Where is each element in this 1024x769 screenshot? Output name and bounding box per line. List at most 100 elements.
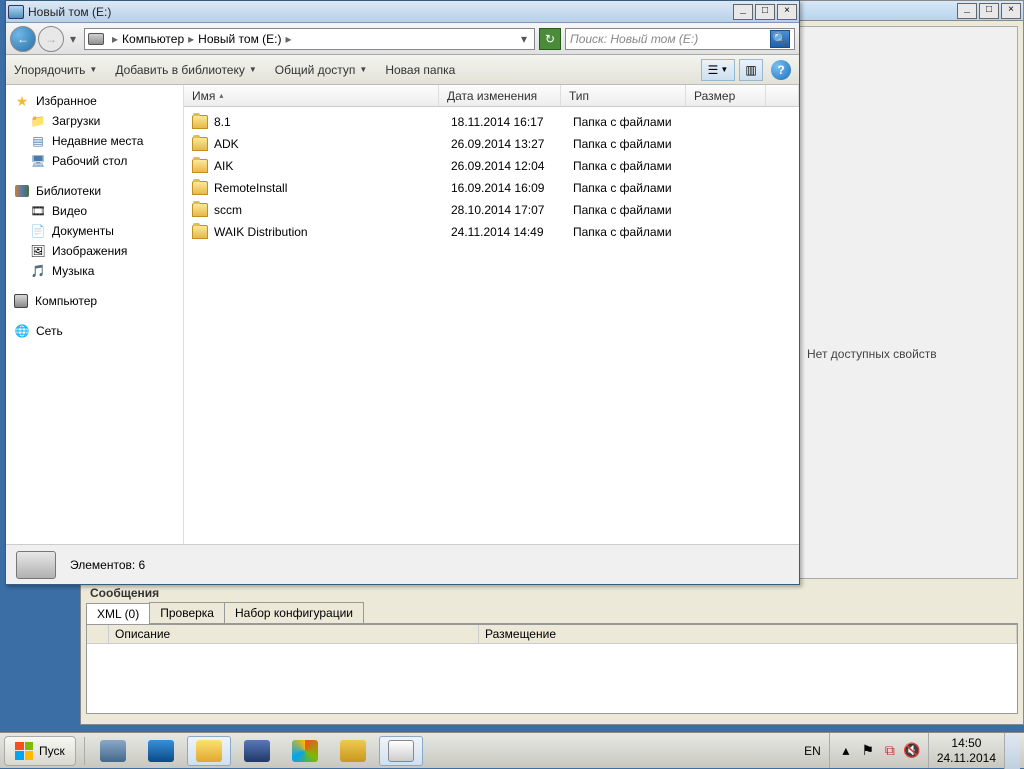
- system-tray: EN ▴ ⚑ ⧉ 🔇 14:50 24.11.2014: [796, 733, 1024, 768]
- bgwin-close-button[interactable]: ×: [1001, 3, 1021, 19]
- folder-icon: [192, 181, 208, 195]
- column-name[interactable]: Имя▴: [184, 85, 439, 106]
- file-list[interactable]: 8.118.11.2014 16:17Папка с файламиADK26.…: [184, 107, 799, 544]
- maximize-button[interactable]: □: [755, 4, 775, 20]
- status-bar: Элементов: 6: [6, 544, 799, 584]
- taskbar-clock[interactable]: 14:50 24.11.2014: [929, 736, 1004, 765]
- messages-col-description[interactable]: Описание: [109, 625, 479, 643]
- tray-network-icon[interactable]: ⧉: [882, 743, 898, 759]
- messages-title: Сообщения: [86, 584, 1018, 602]
- file-type: Папка с файлами: [573, 203, 698, 217]
- sidebar-pictures[interactable]: 🖼Изображения: [6, 241, 183, 261]
- taskbar-app-6[interactable]: [331, 736, 375, 766]
- nav-history-dropdown[interactable]: ▾: [66, 26, 80, 52]
- tab-check[interactable]: Проверка: [149, 602, 225, 623]
- file-name: RemoteInstall: [214, 181, 451, 195]
- libraries-icon: [14, 183, 30, 199]
- taskbar-divider: [84, 737, 85, 765]
- view-options-button[interactable]: ☰ ▼: [701, 59, 735, 81]
- taskbar-app-5[interactable]: [283, 736, 327, 766]
- refresh-button[interactable]: ↻: [539, 28, 561, 50]
- breadcrumb-root[interactable]: Компьютер: [122, 32, 184, 46]
- taskbar-powershell[interactable]: [139, 736, 183, 766]
- file-row[interactable]: sccm28.10.2014 17:07Папка с файлами: [184, 199, 799, 221]
- file-row[interactable]: AIK26.09.2014 12:04Папка с файлами: [184, 155, 799, 177]
- tab-configset[interactable]: Набор конфигурации: [224, 602, 364, 623]
- recent-icon: ▤: [30, 133, 46, 149]
- column-type[interactable]: Тип: [561, 85, 686, 106]
- video-icon: 🎞: [30, 203, 46, 219]
- column-date[interactable]: Дата изменения: [439, 85, 561, 106]
- file-name: sccm: [214, 203, 451, 217]
- sidebar-documents[interactable]: 📄Документы: [6, 221, 183, 241]
- messages-col-icon[interactable]: [87, 625, 109, 643]
- start-button[interactable]: Пуск: [4, 736, 76, 766]
- search-button[interactable]: 🔍: [770, 30, 790, 48]
- sidebar-downloads[interactable]: 📁Загрузки: [6, 111, 183, 131]
- folder-icon: 📁: [30, 113, 46, 129]
- windows-logo-icon: [15, 742, 33, 760]
- taskbar-app-4[interactable]: [235, 736, 279, 766]
- navigation-bar: ← → ▾ ▸ Компьютер ▸ Новый том (E:) ▸ ▾ ↻…: [6, 23, 799, 55]
- folder-icon: [192, 203, 208, 217]
- bgwin-maximize-button[interactable]: □: [979, 3, 999, 19]
- address-drive-icon: [88, 33, 104, 45]
- sidebar-computer[interactable]: Компьютер: [6, 291, 183, 311]
- file-name: WAIK Distribution: [214, 225, 451, 239]
- column-filler: [766, 85, 799, 106]
- file-date: 16.09.2014 16:09: [451, 181, 573, 195]
- file-row[interactable]: ADK26.09.2014 13:27Папка с файлами: [184, 133, 799, 155]
- close-button[interactable]: ×: [777, 4, 797, 20]
- file-list-pane: Имя▴ Дата изменения Тип Размер 8.118.11.…: [184, 85, 799, 544]
- sidebar-desktop[interactable]: 🖥Рабочий стол: [6, 151, 183, 171]
- dropdown-icon: ▼: [359, 65, 367, 74]
- address-dropdown-icon[interactable]: ▾: [517, 32, 531, 46]
- file-row[interactable]: 8.118.11.2014 16:17Папка с файлами: [184, 111, 799, 133]
- sidebar-network[interactable]: 🌐Сеть: [6, 321, 183, 341]
- sidebar-libraries[interactable]: Библиотеки: [6, 181, 183, 201]
- window-title: Новый том (E:): [28, 5, 731, 19]
- file-type: Папка с файлами: [573, 137, 698, 151]
- search-input[interactable]: Поиск: Новый том (E:) 🔍: [565, 28, 795, 50]
- nav-back-button[interactable]: ←: [10, 26, 36, 52]
- taskbar-server-manager[interactable]: [91, 736, 135, 766]
- file-date: 24.11.2014 14:49: [451, 225, 573, 239]
- sidebar-music[interactable]: 🎵Музыка: [6, 261, 183, 281]
- address-bar[interactable]: ▸ Компьютер ▸ Новый том (E:) ▸ ▾: [84, 28, 535, 50]
- tray-arrow-icon[interactable]: ▴: [838, 743, 854, 759]
- taskbar-app-7[interactable]: [379, 736, 423, 766]
- messages-col-location[interactable]: Размещение: [479, 625, 1017, 643]
- tray-volume-icon[interactable]: 🔇: [904, 743, 920, 759]
- organize-menu[interactable]: Упорядочить▼: [14, 63, 97, 77]
- minimize-button[interactable]: _: [733, 4, 753, 20]
- tray-flag-icon[interactable]: ⚑: [860, 743, 876, 759]
- file-row[interactable]: RemoteInstall16.09.2014 16:09Папка с фай…: [184, 177, 799, 199]
- tab-xml[interactable]: XML (0): [86, 603, 150, 624]
- sidebar-recent[interactable]: ▤Недавние места: [6, 131, 183, 151]
- column-headers: Имя▴ Дата изменения Тип Размер: [184, 85, 799, 107]
- clock-date: 24.11.2014: [937, 751, 996, 765]
- taskbar-explorer[interactable]: [187, 736, 231, 766]
- explorer-titlebar[interactable]: Новый том (E:) _ □ ×: [6, 1, 799, 23]
- help-button[interactable]: ?: [771, 60, 791, 80]
- breadcrumb-current[interactable]: Новый том (E:): [198, 32, 281, 46]
- add-to-library-menu[interactable]: Добавить в библиотеку▼: [115, 63, 256, 77]
- share-menu[interactable]: Общий доступ▼: [275, 63, 368, 77]
- file-row[interactable]: WAIK Distribution24.11.2014 14:49Папка с…: [184, 221, 799, 243]
- nav-forward-button[interactable]: →: [38, 26, 64, 52]
- show-desktop-button[interactable]: [1004, 733, 1020, 769]
- folder-icon: [192, 225, 208, 239]
- sidebar-favorites[interactable]: ★Избранное: [6, 91, 183, 111]
- file-date: 18.11.2014 16:17: [451, 115, 573, 129]
- column-size[interactable]: Размер: [686, 85, 766, 106]
- new-folder-button[interactable]: Новая папка: [385, 63, 455, 77]
- dropdown-icon: ▼: [89, 65, 97, 74]
- language-indicator[interactable]: EN: [796, 744, 829, 758]
- pictures-icon: 🖼: [30, 243, 46, 259]
- messages-tabstrip: XML (0) Проверка Набор конфигурации: [86, 602, 1018, 624]
- sidebar-videos[interactable]: 🎞Видео: [6, 201, 183, 221]
- preview-pane-button[interactable]: ▥: [739, 59, 763, 81]
- bgwin-minimize-button[interactable]: _: [957, 3, 977, 19]
- computer-icon: [13, 293, 29, 309]
- explorer-window: Новый том (E:) _ □ × ← → ▾ ▸ Компьютер ▸…: [5, 0, 800, 585]
